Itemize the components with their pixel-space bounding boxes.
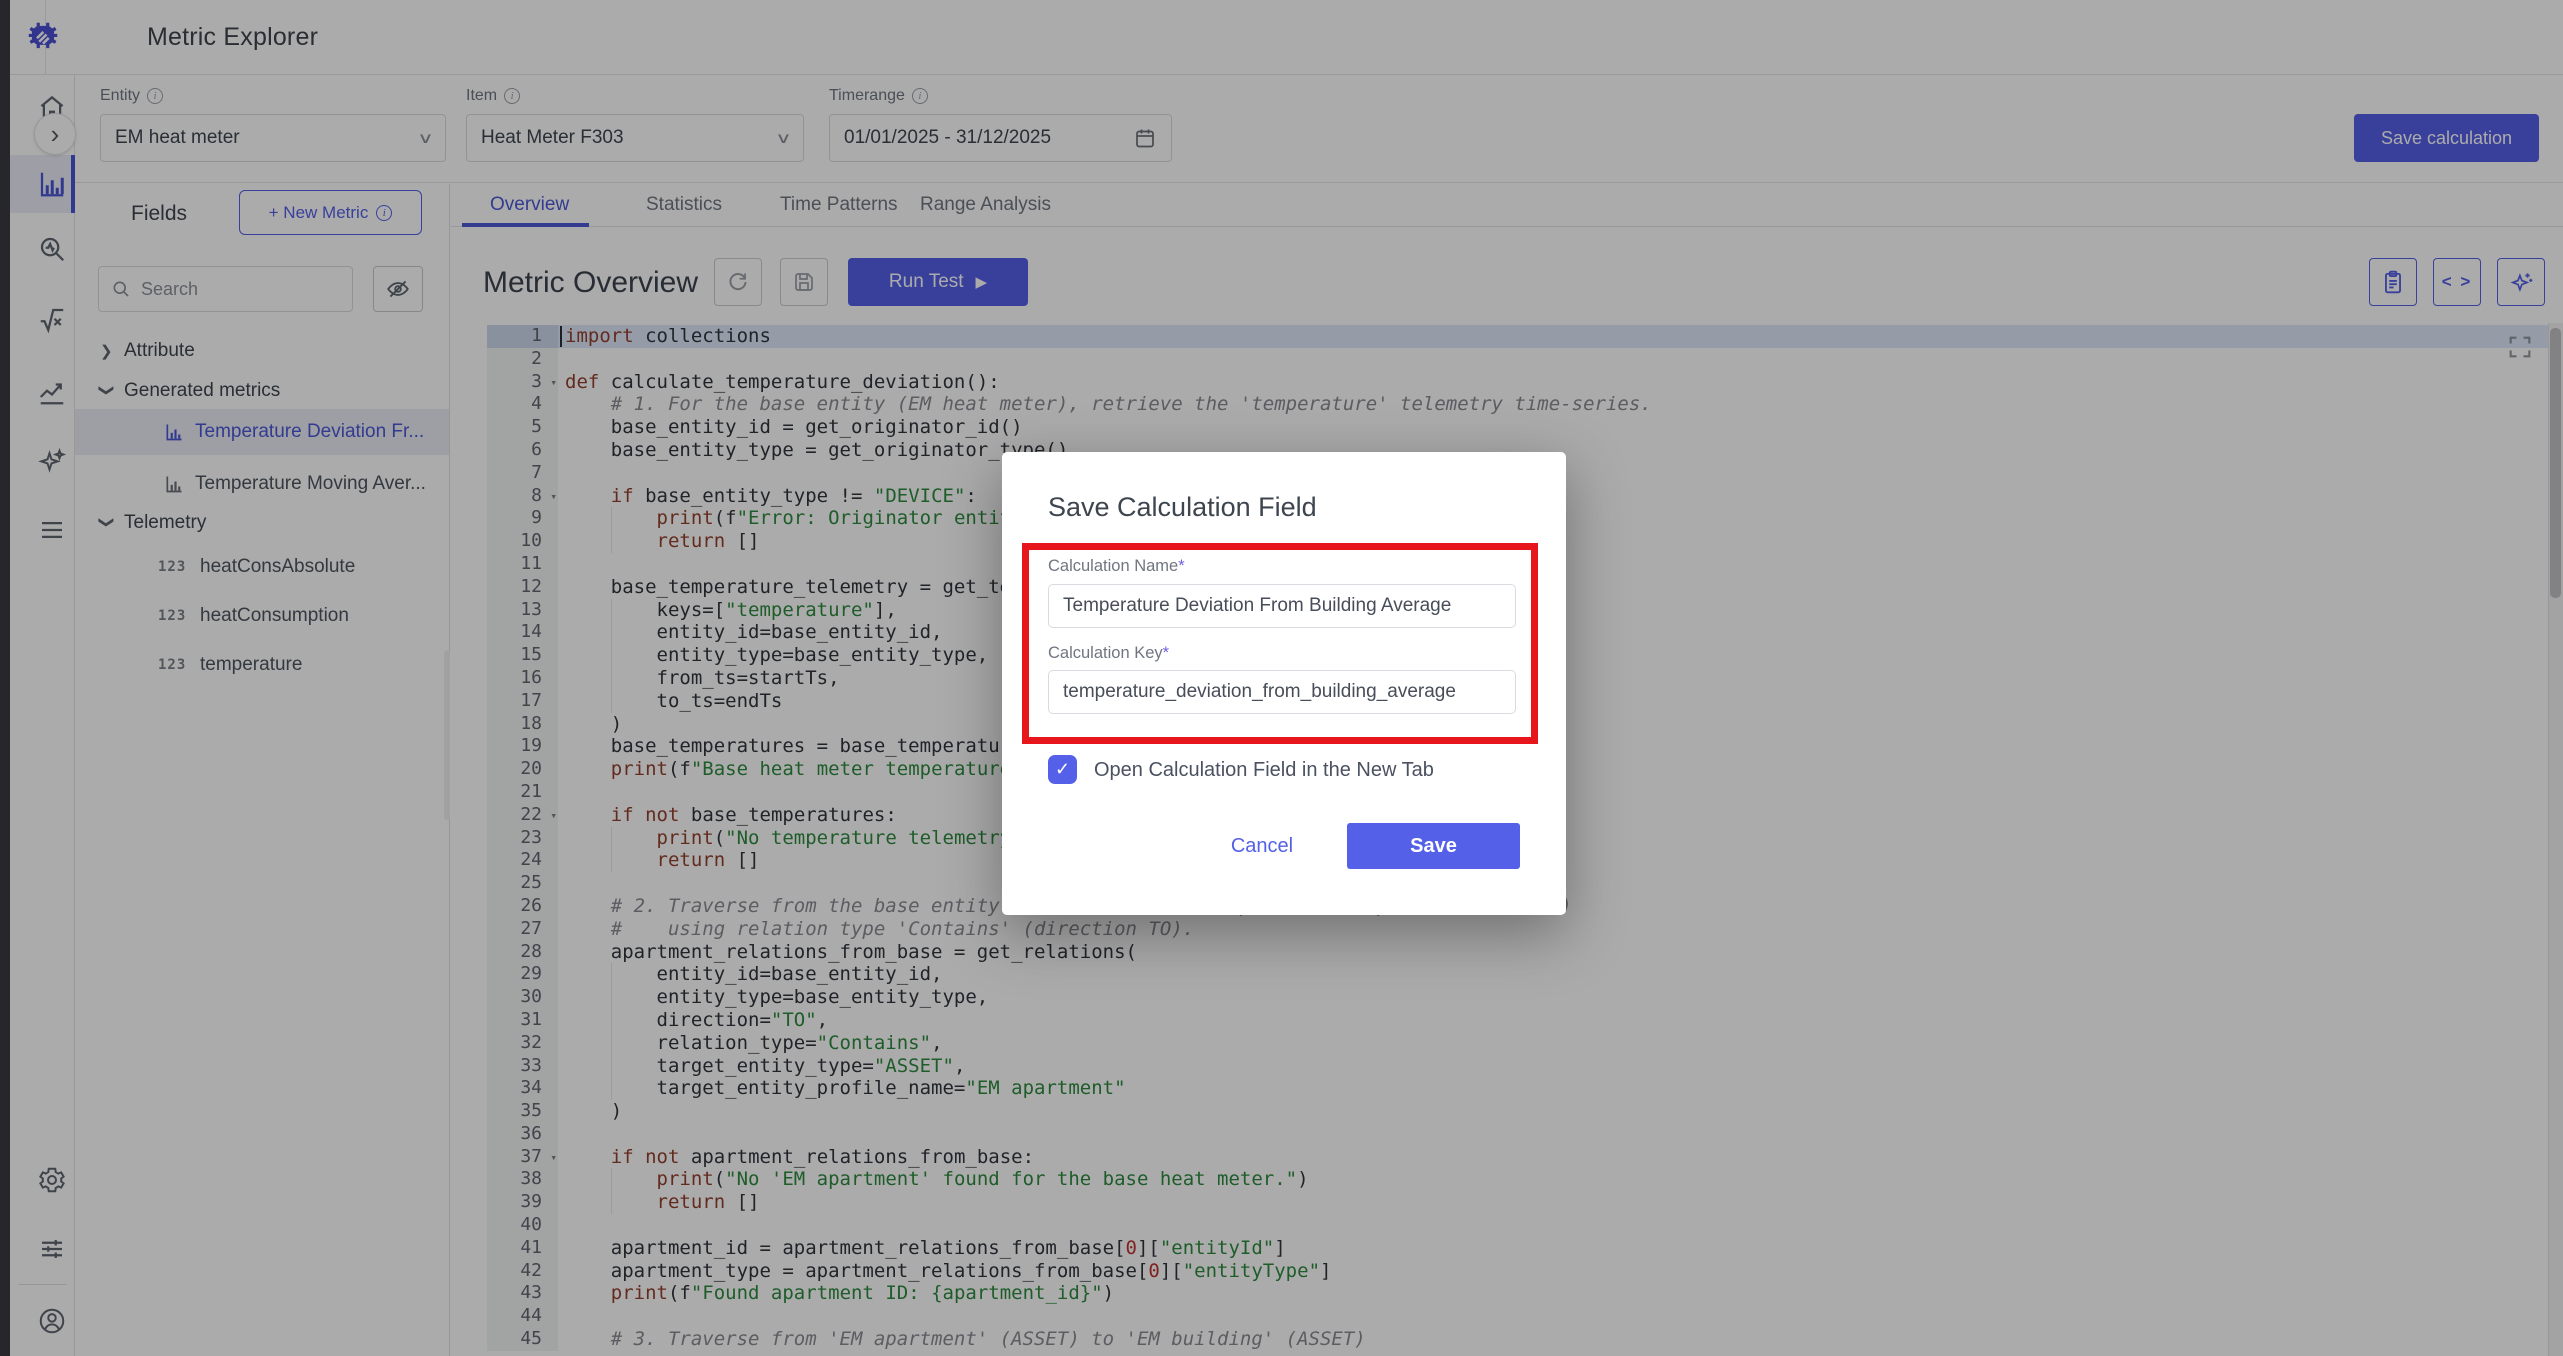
open-new-tab-checkbox[interactable]: ✓ [1048,755,1077,784]
save-calculation-modal: Save Calculation Field Calculation Name*… [1002,452,1566,915]
calculation-key-label: Calculation Key* [1048,644,1170,662]
modal-save-button[interactable]: Save [1347,823,1520,869]
calculation-name-label: Calculation Name* [1048,557,1185,575]
cancel-button[interactable]: Cancel [1202,823,1322,869]
metric-explorer-app: Metric Explorer › Entity i EM heat meter… [0,0,2563,1356]
open-new-tab-label: Open Calculation Field in the New Tab [1094,759,1434,781]
check-icon: ✓ [1054,759,1071,779]
modal-title: Save Calculation Field [1048,492,1317,522]
calculation-key-input[interactable] [1048,670,1516,714]
calculation-name-input[interactable] [1048,584,1516,628]
